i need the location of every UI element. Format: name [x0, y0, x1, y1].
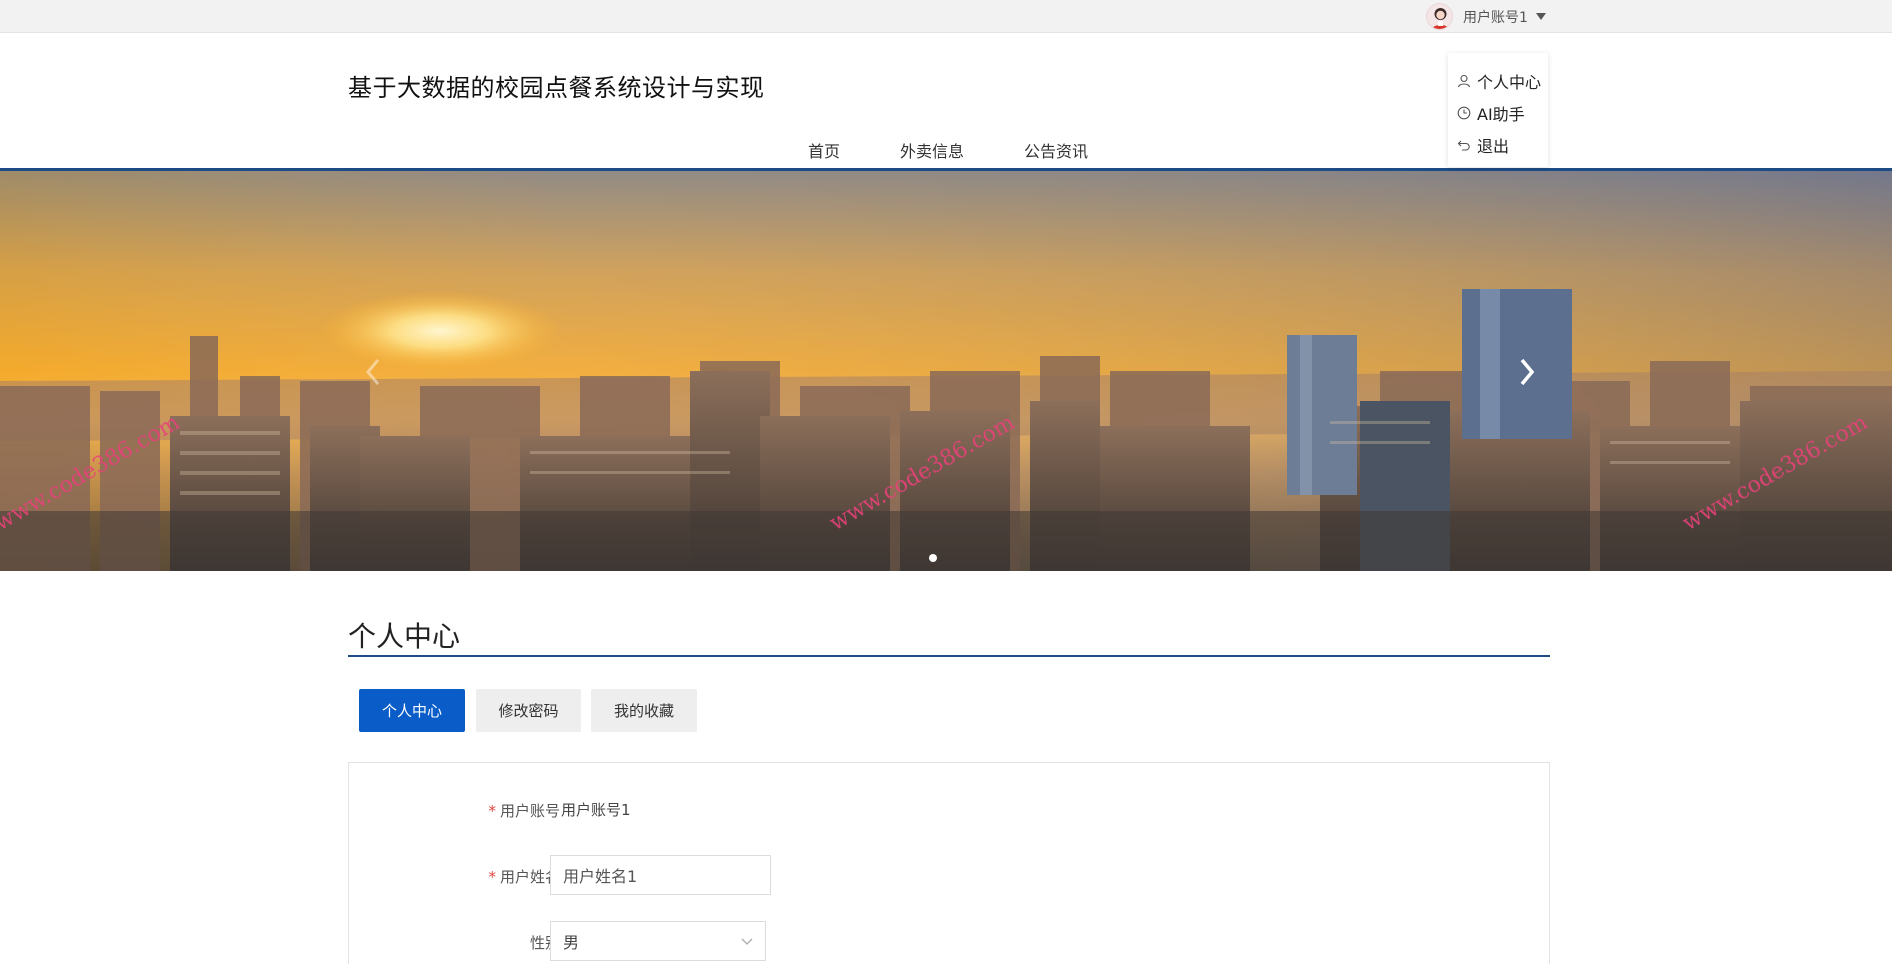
account-label: * 用户账号 [440, 800, 560, 821]
account-dropdown: 个人中心 AI助手 退出 [1448, 53, 1548, 167]
name-input[interactable] [550, 855, 771, 895]
site-title: 基于大数据的校园点餐系统设计与实现 [348, 74, 765, 102]
required-mark: * [488, 868, 496, 886]
undo-icon [1457, 140, 1470, 151]
menu-item-label: 退出 [1477, 137, 1510, 156]
caret-down-icon [1535, 13, 1546, 20]
tab-change-password[interactable]: 修改密码 [476, 689, 581, 732]
clock-icon [1457, 106, 1471, 120]
name-label: * 用户姓名 [440, 866, 560, 887]
gender-value: 男 [563, 933, 580, 952]
gender-select[interactable]: 男 [550, 921, 766, 961]
menu-item-label: 个人中心 [1477, 73, 1542, 92]
account-menu-trigger[interactable]: 用户账号1 [1426, 3, 1546, 30]
menu-item-ai-assistant[interactable]: AI助手 [1448, 97, 1548, 129]
account-label-text: 用户账号 [499, 802, 560, 820]
main-nav: 首页 外卖信息 公告资讯 [0, 138, 1892, 170]
required-mark: * [488, 802, 496, 820]
user-icon [1457, 74, 1471, 88]
profile-form: *用户账号 用户账号1 *用户姓名 性别 男 [348, 762, 1550, 964]
carousel-dot[interactable] [929, 554, 937, 562]
tab-profile[interactable]: 个人中心 [359, 689, 465, 732]
tab-favorites[interactable]: 我的收藏 [591, 689, 697, 732]
account-name: 用户账号1 [1463, 9, 1528, 26]
menu-item-profile[interactable]: 个人中心 [1448, 65, 1548, 97]
banner-carousel: www.code386.com www.code386.com www.code… [0, 171, 1892, 571]
nav-item-notices[interactable]: 公告资讯 [1024, 138, 1088, 162]
top-account-bar: 用户账号1 [0, 0, 1892, 33]
chevron-right-icon[interactable] [1512, 352, 1542, 392]
section-divider [348, 655, 1550, 657]
user-avatar [1426, 3, 1453, 30]
menu-item-label: AI助手 [1477, 105, 1525, 124]
chevron-left-icon[interactable] [358, 352, 388, 392]
menu-item-logout[interactable]: 退出 [1448, 129, 1548, 161]
section-title: 个人中心 [348, 620, 461, 653]
gender-label: 性别 [529, 934, 560, 952]
nav-item-home[interactable]: 首页 [808, 138, 840, 162]
account-value: 用户账号1 [561, 801, 631, 819]
banner-image: www.code386.com www.code386.com www.code… [0, 171, 1892, 571]
nav-item-takeout[interactable]: 外卖信息 [900, 138, 964, 162]
avatar-image [1431, 8, 1450, 29]
chevron-down-icon [741, 938, 753, 945]
